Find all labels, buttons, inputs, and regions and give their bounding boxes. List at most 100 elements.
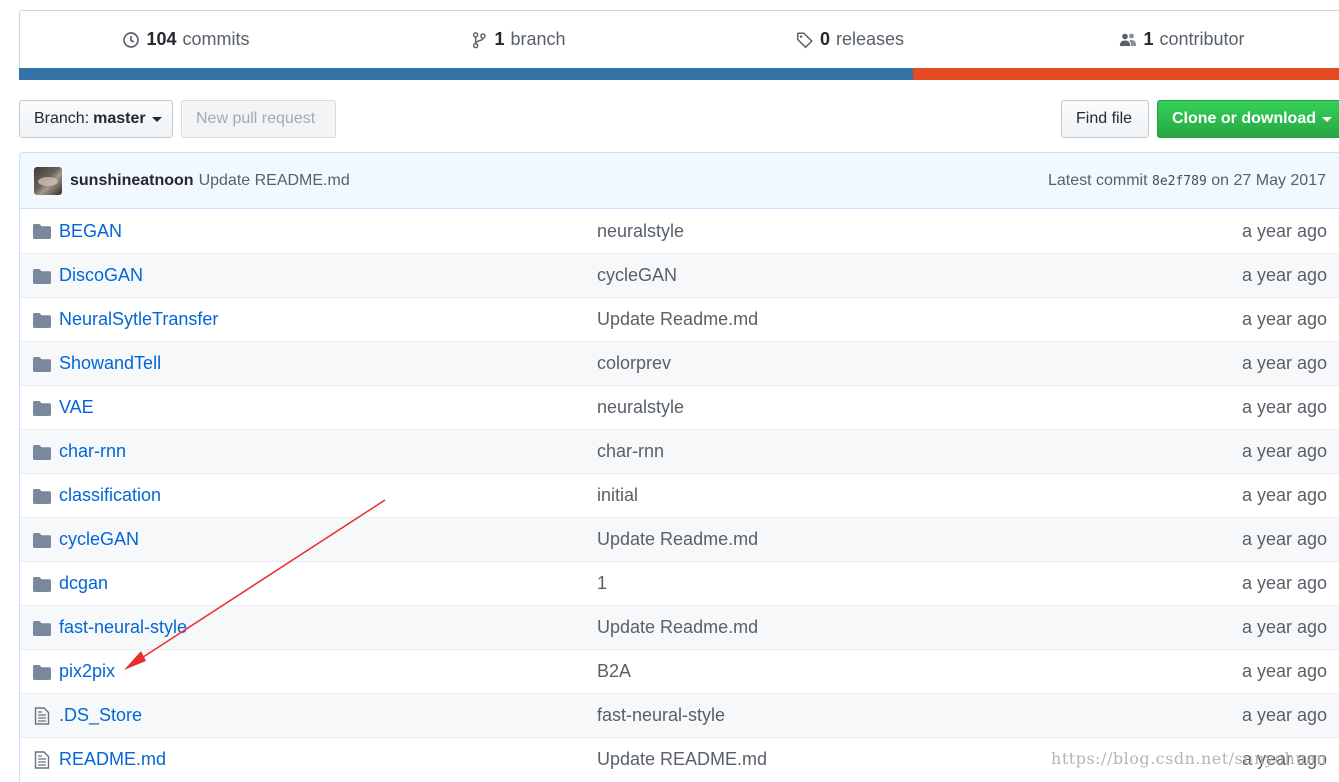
clone-label: Clone or download bbox=[1172, 110, 1316, 127]
branches-link[interactable]: 1 branch bbox=[352, 29, 684, 50]
releases-count: 0 bbox=[819, 29, 830, 49]
commit-message-link[interactable]: Update README.md bbox=[199, 172, 350, 190]
branches-label: branch bbox=[510, 29, 566, 49]
folder-icon bbox=[32, 399, 52, 417]
file-name-link[interactable]: dcgan bbox=[59, 573, 108, 594]
file-row[interactable]: BEGAN neuralstyle a year ago bbox=[20, 209, 1339, 253]
file-age: a year ago bbox=[1241, 353, 1327, 373]
file-row[interactable]: fast-neural-style Update Readme.md a year … bbox=[20, 605, 1339, 649]
file-name-link[interactable]: ShowandTell bbox=[59, 353, 161, 374]
file-row[interactable]: VAE neuralstyle a year ago bbox=[20, 385, 1339, 429]
file-table: sunshineatnoon Update README.md Latest c… bbox=[19, 152, 1339, 782]
file-name-link[interactable]: pix2pix bbox=[59, 661, 115, 682]
file-name-link[interactable]: cycleGAN bbox=[59, 529, 139, 550]
folder-icon bbox=[32, 443, 52, 461]
commit-date: on 27 May 2017 bbox=[1211, 171, 1326, 189]
caret-down-icon bbox=[151, 116, 162, 122]
folder-icon bbox=[32, 487, 52, 505]
branches-count: 1 bbox=[494, 29, 505, 49]
folder-icon bbox=[32, 663, 52, 681]
people-icon bbox=[1120, 33, 1137, 46]
file-row[interactable]: dcgan 1 a year ago bbox=[20, 561, 1339, 605]
file-icon bbox=[32, 707, 52, 725]
folder-icon bbox=[32, 222, 52, 240]
file-age: a year ago bbox=[1241, 485, 1327, 505]
file-name-link[interactable]: README.md bbox=[59, 749, 166, 770]
contributors-link[interactable]: 1 contributor bbox=[1016, 29, 1339, 50]
file-name-link[interactable]: fast-neural-style bbox=[59, 617, 187, 638]
commits-count: 104 bbox=[146, 29, 177, 49]
file-age: a year ago bbox=[1241, 309, 1327, 329]
commit-sha-link[interactable]: 8e2f789 bbox=[1152, 174, 1207, 189]
file-name-link[interactable]: .DS_Store bbox=[59, 705, 142, 726]
folder-icon bbox=[32, 619, 52, 637]
file-commit-message-link[interactable]: Update Readme.md bbox=[597, 529, 758, 550]
folder-icon bbox=[32, 355, 52, 373]
latest-commit-label: Latest commit bbox=[1047, 171, 1148, 189]
file-commit-message-link[interactable]: neuralstyle bbox=[597, 221, 684, 242]
file-name-link[interactable]: char-rnn bbox=[59, 441, 126, 462]
repo-stats-bar: 104 commits 1 branch 0 releases 1 contri… bbox=[19, 10, 1339, 80]
file-age: a year ago bbox=[1241, 265, 1327, 285]
clone-or-download-button[interactable]: Clone or download bbox=[1157, 100, 1339, 138]
releases-label: releases bbox=[835, 29, 905, 49]
file-commit-message-link[interactable]: initial bbox=[597, 485, 638, 506]
file-name-link[interactable]: classification bbox=[59, 485, 161, 506]
commit-author-link[interactable]: sunshineatnoon bbox=[70, 172, 194, 190]
file-row[interactable]: pix2pix B2A a year ago bbox=[20, 649, 1339, 693]
language-segment-primary[interactable] bbox=[19, 68, 913, 80]
folder-icon bbox=[32, 531, 52, 549]
history-icon bbox=[123, 31, 140, 48]
contributors-count: 1 bbox=[1143, 29, 1154, 49]
language-segment-secondary[interactable] bbox=[913, 68, 1339, 80]
branch-label: Branch: bbox=[34, 110, 90, 127]
releases-link[interactable]: 0 releases bbox=[684, 29, 1016, 50]
file-row[interactable]: cycleGAN Update Readme.md a year ago bbox=[20, 517, 1339, 561]
file-commit-message-link[interactable]: colorprev bbox=[597, 353, 671, 374]
file-name-link[interactable]: VAE bbox=[59, 397, 94, 418]
folder-icon bbox=[32, 267, 52, 285]
file-name-link[interactable]: DiscoGAN bbox=[59, 265, 143, 286]
file-commit-message-link[interactable]: Update Readme.md bbox=[597, 617, 758, 638]
tag-icon bbox=[796, 32, 813, 48]
file-row[interactable]: .DS_Store fast-neural-style a year ago bbox=[20, 693, 1339, 737]
contributors-label: contributor bbox=[1159, 29, 1245, 49]
find-file-button[interactable]: Find file bbox=[1061, 100, 1149, 138]
branch-value: master bbox=[93, 110, 146, 127]
file-commit-message-link[interactable]: neuralstyle bbox=[597, 397, 684, 418]
file-row[interactable]: NeuralSytleTransfer Update Readme.md a yea… bbox=[20, 297, 1339, 341]
file-age: a year ago bbox=[1241, 661, 1327, 681]
file-row[interactable]: char-rnn char-rnn a year ago bbox=[20, 429, 1339, 473]
folder-icon bbox=[32, 575, 52, 593]
new-pull-request-button[interactable]: New pull request bbox=[181, 100, 336, 138]
file-list: BEGAN neuralstyle a year ago DiscoGAN cycleG… bbox=[20, 209, 1339, 781]
file-age: a year ago bbox=[1241, 617, 1327, 637]
file-age: a year ago bbox=[1241, 220, 1327, 241]
file-icon bbox=[32, 751, 52, 769]
file-commit-message-link[interactable]: 1 bbox=[597, 573, 607, 594]
folder-icon bbox=[32, 311, 52, 329]
file-commit-message-link[interactable]: fast-neural-style bbox=[597, 705, 725, 726]
latest-commit-info: Latest commit 8e2f789 on 27 May 2017 bbox=[1048, 172, 1326, 190]
avatar[interactable] bbox=[34, 166, 62, 195]
latest-commit-bar: sunshineatnoon Update README.md Latest c… bbox=[20, 153, 1339, 209]
file-commit-message-link[interactable]: Update README.md bbox=[597, 749, 767, 770]
file-age: a year ago bbox=[1241, 441, 1327, 461]
watermark-text: https://blog.csdn.net/sunyohuan bbox=[1051, 749, 1327, 768]
file-row[interactable]: ShowandTell colorprev a year ago bbox=[20, 341, 1339, 385]
caret-down-icon bbox=[1322, 116, 1332, 122]
file-row[interactable]: DiscoGAN cycleGAN a year ago bbox=[20, 253, 1339, 297]
branch-select-button[interactable]: Branch: master bbox=[19, 100, 173, 138]
file-age: a year ago bbox=[1241, 529, 1327, 549]
file-age: a year ago bbox=[1241, 573, 1327, 593]
language-bar[interactable] bbox=[19, 68, 1339, 80]
file-name-link[interactable]: BEGAN bbox=[59, 221, 122, 242]
file-commit-message-link[interactable]: char-rnn bbox=[597, 441, 664, 462]
file-age: a year ago bbox=[1241, 397, 1327, 417]
commits-link[interactable]: 104 commits bbox=[20, 29, 352, 50]
file-commit-message-link[interactable]: Update Readme.md bbox=[597, 309, 758, 330]
file-name-link[interactable]: NeuralSytleTransfer bbox=[59, 309, 218, 330]
file-commit-message-link[interactable]: B2A bbox=[597, 661, 631, 682]
file-commit-message-link[interactable]: cycleGAN bbox=[597, 265, 677, 286]
file-row[interactable]: classification initial a year ago bbox=[20, 473, 1339, 517]
